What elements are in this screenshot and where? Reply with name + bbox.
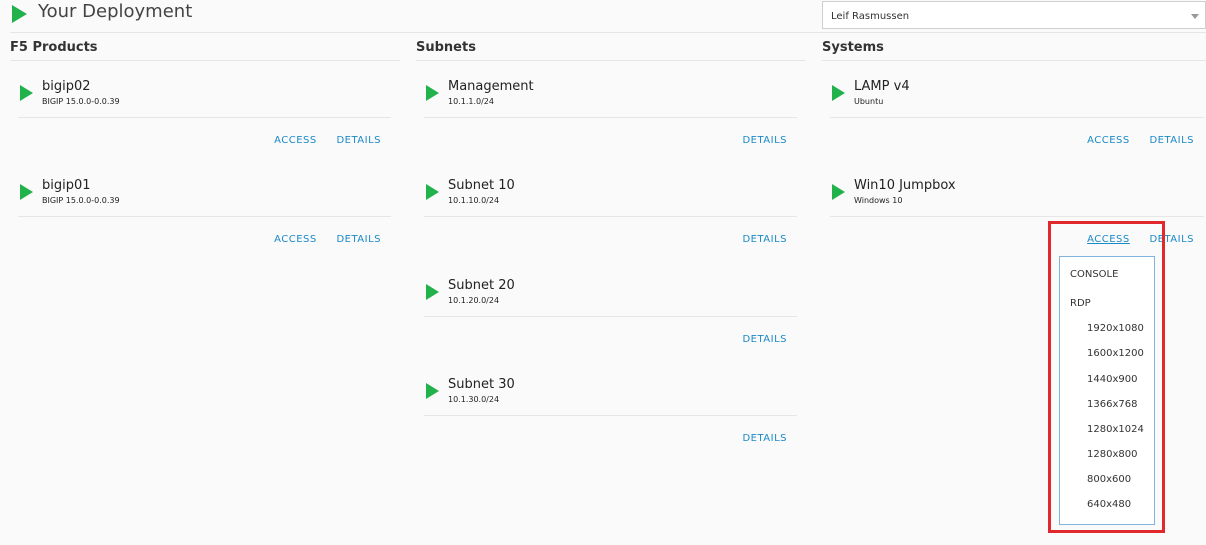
access-button[interactable]: ACCESS <box>274 234 317 245</box>
system-name: LAMP v4 <box>854 79 910 94</box>
details-button[interactable]: DETAILS <box>742 234 787 245</box>
play-icon[interactable] <box>426 284 439 300</box>
subnet-cidr: 10.1.20.0/24 <box>448 296 500 305</box>
systems-column: Systems <box>822 40 1206 61</box>
product-name: bigip02 <box>42 79 91 94</box>
access-button[interactable]: ACCESS <box>274 135 317 146</box>
menu-item-resolution[interactable]: 1600x1200 <box>1087 348 1144 359</box>
details-button[interactable]: DETAILS <box>742 334 787 345</box>
menu-item-resolution[interactable]: 1920x1080 <box>1087 323 1144 334</box>
system-card-win10: Win10 Jumpbox Windows 10 ACCESS DETAILS <box>830 160 1204 259</box>
subnet-card-10: Subnet 10 10.1.10.0/24 DETAILS <box>424 160 797 259</box>
system-os: Ubuntu <box>854 97 884 106</box>
subnet-card-30: Subnet 30 10.1.30.0/24 DETAILS <box>424 359 797 458</box>
subnet-name: Subnet 20 <box>448 278 515 293</box>
menu-item-resolution[interactable]: 1280x1024 <box>1087 424 1144 435</box>
card-links: DETAILS <box>726 135 787 146</box>
subnet-cidr: 10.1.30.0/24 <box>448 395 500 404</box>
products-title: F5 Products <box>10 40 400 61</box>
divider <box>424 117 797 118</box>
card-links: DETAILS <box>726 334 787 345</box>
details-button[interactable]: DETAILS <box>742 135 787 146</box>
play-icon[interactable] <box>426 184 439 200</box>
product-card-bigip01: bigip01 BIGIP 15.0.0-0.0.39 ACCESS DETAI… <box>18 160 391 259</box>
card-links: DETAILS <box>726 433 787 444</box>
divider <box>18 216 391 217</box>
details-button[interactable]: DETAILS <box>336 135 381 146</box>
systems-title: Systems <box>822 40 1206 61</box>
details-button[interactable]: DETAILS <box>742 433 787 444</box>
chevron-down-icon[interactable] <box>1191 14 1199 19</box>
play-icon[interactable] <box>20 85 33 101</box>
user-select[interactable]: Leif Rasmussen <box>822 1 1206 29</box>
access-button[interactable]: ACCESS <box>1087 234 1130 245</box>
subnets-column: Subnets <box>416 40 806 61</box>
products-column: F5 Products <box>10 40 400 61</box>
card-links: ACCESS DETAILS <box>1071 135 1194 146</box>
play-icon[interactable] <box>426 383 439 399</box>
subnet-card-20: Subnet 20 10.1.20.0/24 DETAILS <box>424 260 797 359</box>
subnet-cidr: 10.1.1.0/24 <box>448 97 494 106</box>
details-button[interactable]: DETAILS <box>1149 234 1194 245</box>
divider <box>18 117 391 118</box>
menu-item-resolution[interactable]: 640x480 <box>1087 499 1131 510</box>
menu-item-resolution[interactable]: 1366x768 <box>1087 399 1137 410</box>
subnet-cidr: 10.1.10.0/24 <box>448 196 500 205</box>
divider <box>830 216 1204 217</box>
system-card-lamp: LAMP v4 Ubuntu ACCESS DETAILS <box>830 61 1204 160</box>
details-button[interactable]: DETAILS <box>336 234 381 245</box>
play-icon[interactable] <box>832 85 845 101</box>
play-icon[interactable] <box>20 184 33 200</box>
card-links: ACCESS DETAILS <box>258 234 381 245</box>
divider <box>424 216 797 217</box>
subnets-title: Subnets <box>416 40 806 61</box>
menu-item-rdp: RDP <box>1070 298 1091 309</box>
menu-item-console[interactable]: CONSOLE <box>1070 269 1118 280</box>
play-icon[interactable] <box>832 184 845 200</box>
details-button[interactable]: DETAILS <box>1149 135 1194 146</box>
page-title: Your Deployment <box>38 1 193 22</box>
system-name: Win10 Jumpbox <box>854 178 956 193</box>
subnet-name: Subnet 30 <box>448 377 515 392</box>
access-menu: CONSOLE RDP 1920x1080 1600x1200 1440x900… <box>1059 256 1155 525</box>
product-version: BIGIP 15.0.0-0.0.39 <box>42 196 120 205</box>
user-select-value: Leif Rasmussen <box>831 11 910 22</box>
divider <box>424 415 797 416</box>
play-icon <box>12 5 27 23</box>
product-version: BIGIP 15.0.0-0.0.39 <box>42 97 120 106</box>
divider <box>424 316 797 317</box>
product-name: bigip01 <box>42 178 91 193</box>
access-button[interactable]: ACCESS <box>1087 135 1130 146</box>
product-card-bigip02: bigip02 BIGIP 15.0.0-0.0.39 ACCESS DETAI… <box>18 61 391 160</box>
system-os: Windows 10 <box>854 196 903 205</box>
divider <box>830 117 1204 118</box>
card-links: ACCESS DETAILS <box>1071 234 1194 245</box>
menu-item-resolution[interactable]: 1440x900 <box>1087 374 1137 385</box>
play-icon[interactable] <box>426 85 439 101</box>
menu-item-resolution[interactable]: 800x600 <box>1087 474 1131 485</box>
card-links: ACCESS DETAILS <box>258 135 381 146</box>
menu-item-resolution[interactable]: 1280x800 <box>1087 449 1137 460</box>
subnet-card-management: Management 10.1.1.0/24 DETAILS <box>424 61 797 160</box>
card-links: DETAILS <box>726 234 787 245</box>
subnet-name: Management <box>448 79 534 94</box>
subnet-name: Subnet 10 <box>448 178 515 193</box>
